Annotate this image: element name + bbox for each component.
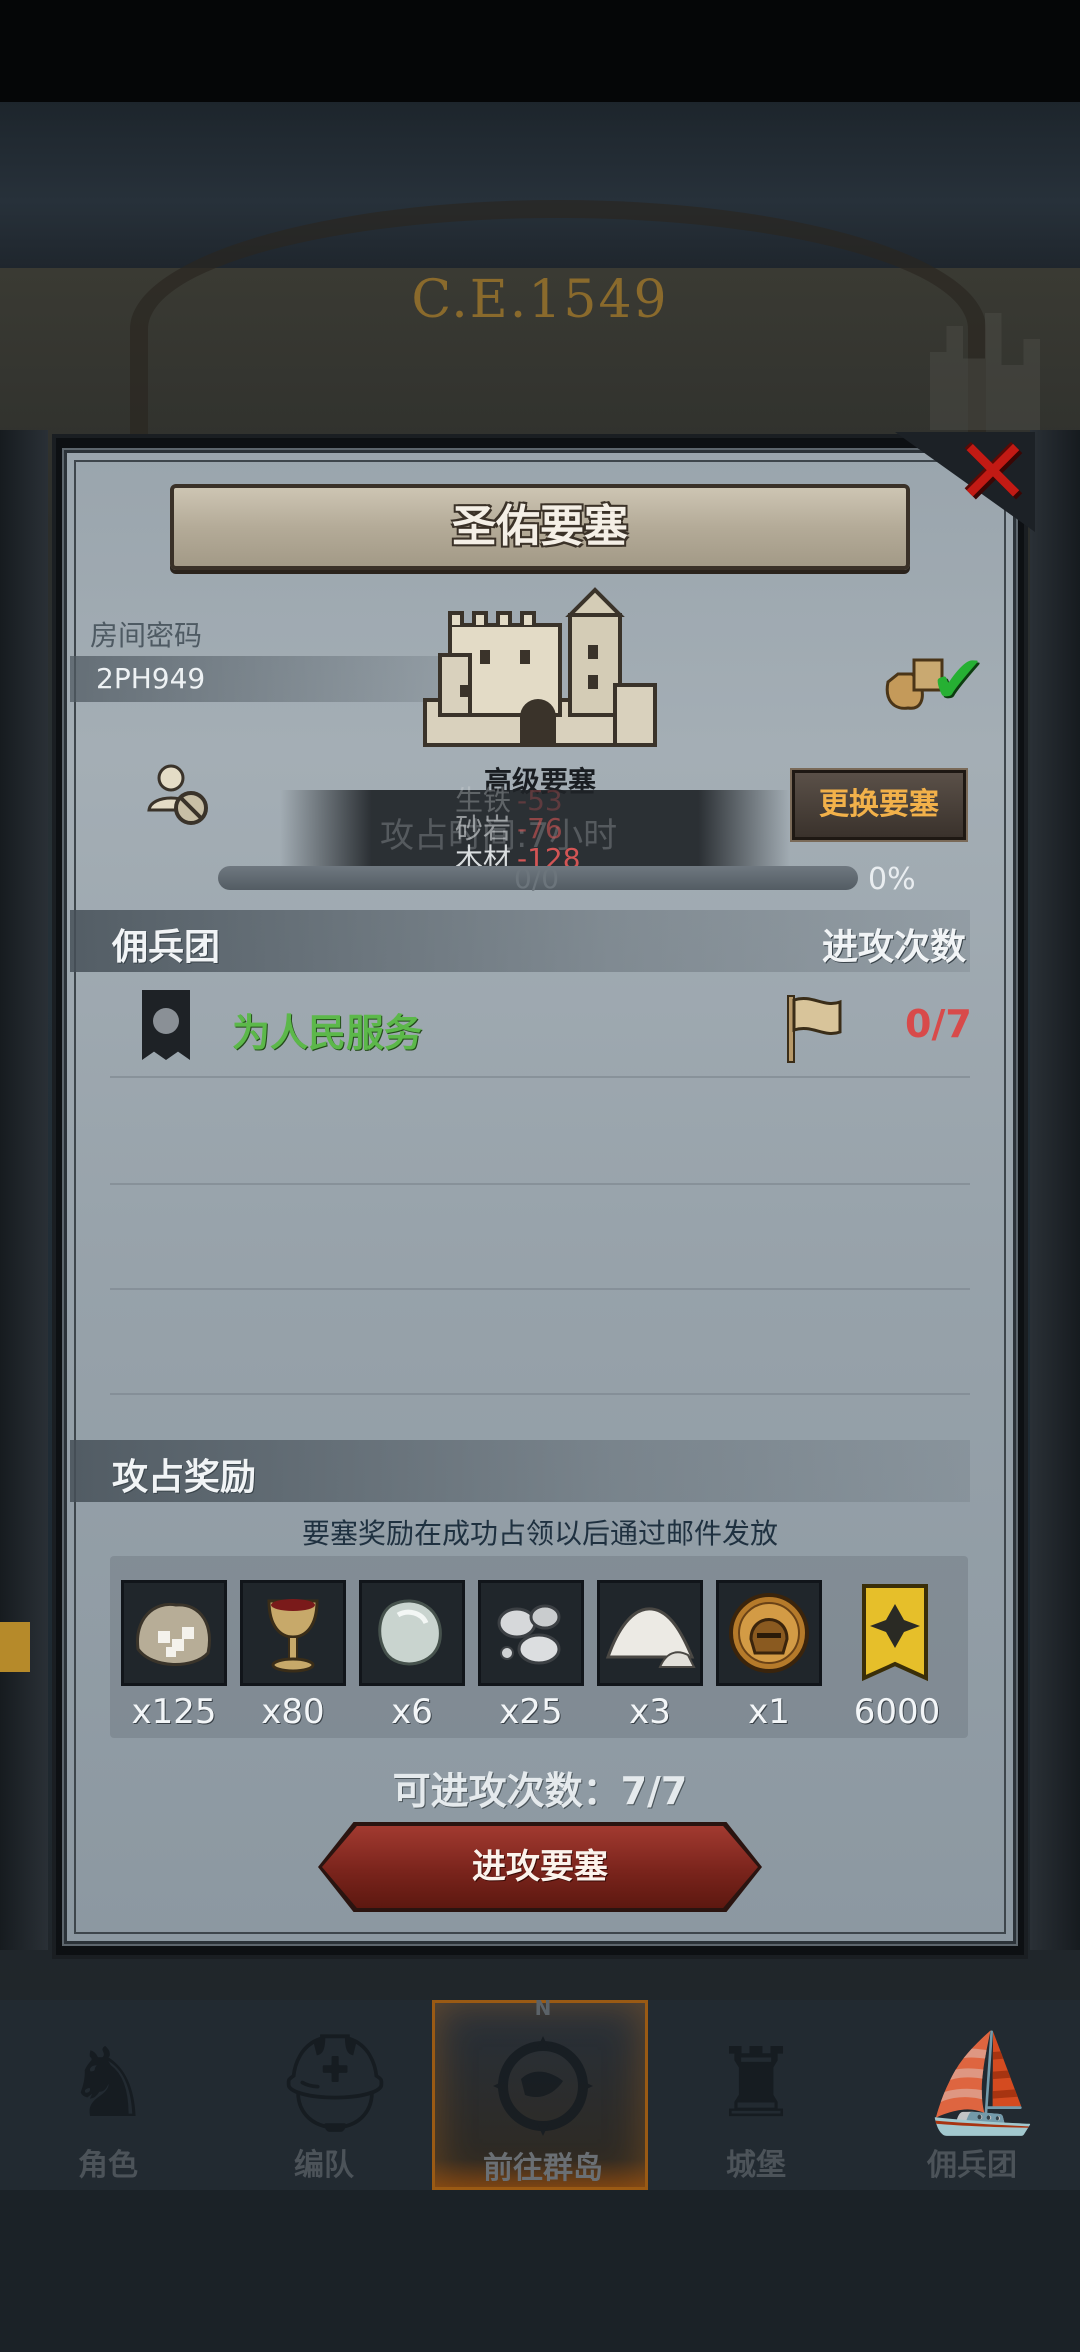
attacks-left-text: 可进攻次数：7/7 — [392, 1769, 688, 1813]
left-edge-shadow — [0, 430, 48, 1950]
mercenary-section-title: 佣兵团 — [112, 927, 221, 968]
dialog-title: 圣佑要塞 — [452, 501, 628, 552]
reward-item[interactable] — [478, 1580, 584, 1686]
close-button[interactable]: ✕ — [955, 428, 1031, 518]
attack-count-title: 进攻次数 — [822, 927, 967, 968]
side-tab — [0, 1622, 30, 1672]
salt-pile-icon — [605, 1607, 696, 1668]
compass-north-letter: N — [534, 1996, 552, 2020]
mercenary-attack-count: 0/7 — [905, 1002, 972, 1046]
moonstone-icon — [378, 1599, 442, 1666]
check-icon: ✔ — [930, 641, 986, 718]
silver-pearls-icon — [497, 1604, 561, 1665]
sugar-sack-icon — [136, 1602, 211, 1666]
close-x-icon: ✕ — [955, 420, 1031, 525]
background-year: C.E.1549 — [411, 270, 669, 330]
user-ban-icon — [147, 764, 208, 825]
nav-item-castle[interactable]: ♜ 城堡 — [648, 2000, 864, 2190]
reward-item[interactable] — [240, 1580, 346, 1686]
flag-icon — [787, 995, 842, 1063]
progress-percent: 0% — [868, 862, 916, 897]
rewards-note: 要塞奖励在成功占领以后通过邮件发放 — [301, 1517, 778, 1550]
status-bar — [0, 0, 1080, 102]
row-divider — [110, 1183, 970, 1185]
row-divider — [110, 1288, 970, 1290]
reward-qty: x1 — [748, 1692, 790, 1732]
room-password-value: 2PH949 — [96, 662, 206, 695]
right-edge-shadow — [1030, 430, 1080, 1950]
bottom-strip — [0, 2190, 1080, 2352]
nav-label: 城堡 — [726, 2148, 786, 2183]
nav-label: 角色 — [78, 2148, 138, 2183]
row-divider — [110, 1393, 970, 1395]
reward-qty: x25 — [499, 1692, 563, 1732]
nav-label: 佣兵团 — [927, 2148, 1017, 2183]
knight-icon: ♞ — [64, 2027, 152, 2139]
room-password-label: 房间密码 — [90, 619, 203, 652]
knight-helmet-medal-icon — [729, 1593, 809, 1673]
resource-value: -76 — [517, 812, 563, 845]
reward-item[interactable] — [121, 1580, 227, 1686]
rewards-section-title: 攻占奖励 — [112, 1457, 257, 1498]
compass-globe-icon — [493, 2031, 593, 2141]
reward-qty: x3 — [629, 1692, 671, 1732]
resource-row-sandstone: 砂岩 -76 — [455, 812, 563, 846]
resource-name: 砂岩 — [455, 812, 512, 845]
reward-item[interactable] — [359, 1580, 465, 1686]
reward-qty: x6 — [391, 1692, 433, 1732]
nav-item-formation[interactable]: ⛑ 编队 — [216, 2000, 432, 2190]
swap-fortress-label: 更换要塞 — [819, 787, 939, 822]
reward-item[interactable] — [716, 1580, 822, 1686]
wine-goblet-icon — [267, 1599, 319, 1673]
guild-banner-icon[interactable] — [860, 1582, 930, 1686]
guild-emblem-inner — [153, 1008, 179, 1034]
attack-fortress-label: 进攻要塞 — [472, 1847, 608, 1887]
reward-qty: x125 — [131, 1692, 217, 1732]
row-divider — [110, 1076, 970, 1078]
nav-item-islands[interactable]: 前往群岛 — [432, 2000, 648, 2190]
nav-label: 前往群岛 — [483, 2151, 603, 2186]
nav-label: 编队 — [294, 2148, 354, 2183]
nav-item-mercenary[interactable]: ⛵ 佣兵团 — [864, 2000, 1080, 2190]
fortress-castle-icon — [423, 587, 657, 747]
mercenary-name: 为人民服务 — [232, 1011, 423, 1055]
castle-icon: ♜ — [712, 2027, 800, 2139]
ship-icon: ⛵ — [922, 2027, 1042, 2139]
nav-item-character[interactable]: ♞ 角色 — [0, 2000, 216, 2190]
reward-qty: 6000 — [853, 1692, 941, 1732]
reward-item[interactable] — [597, 1580, 703, 1686]
progress-text: 0/0 — [514, 862, 560, 895]
reward-qty: x80 — [261, 1692, 325, 1732]
helmet-icon: ⛑ — [274, 2027, 396, 2139]
